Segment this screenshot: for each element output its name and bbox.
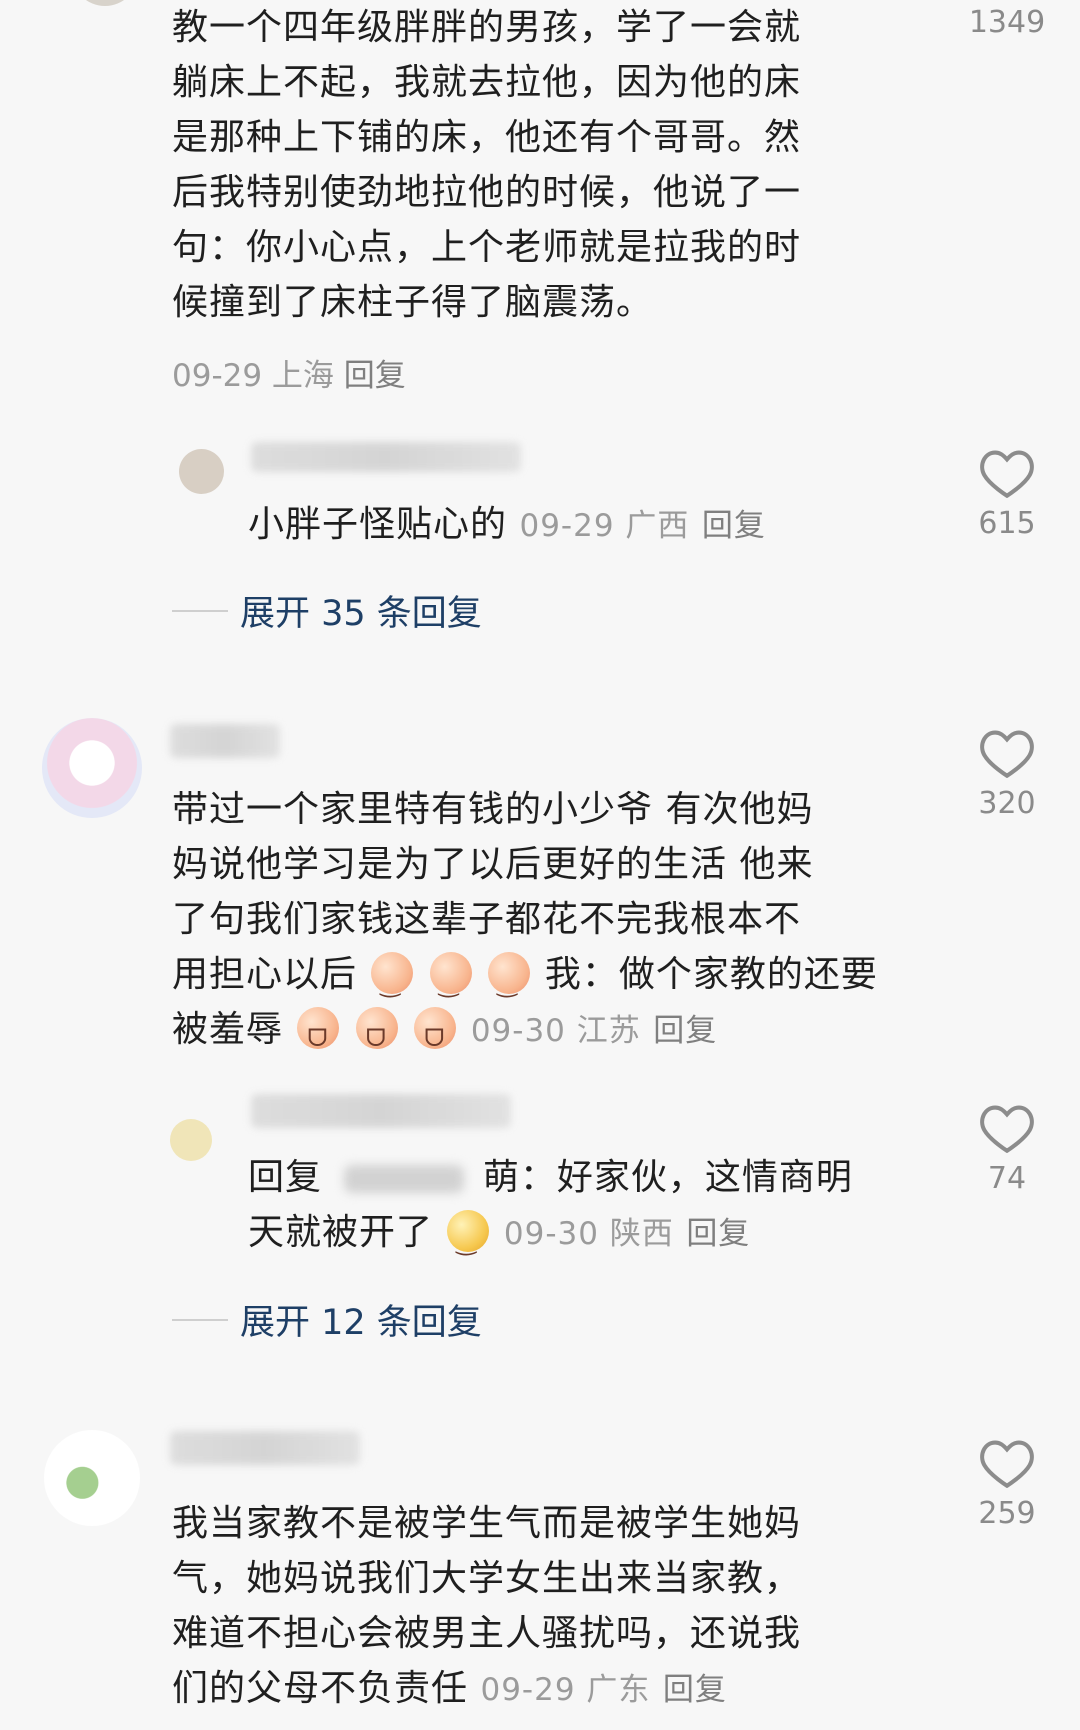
- reply-content: 萌：好家伙，这情商明: [482, 1157, 853, 1198]
- reply-content: 天就被开了: [248, 1212, 434, 1253]
- comment-line-text: 被羞辱: [172, 1009, 284, 1050]
- like-count: 74: [987, 1161, 1027, 1196]
- comment-line-text: 们的父母不负责任: [172, 1668, 469, 1709]
- expand-replies-label: 展开 12 条回复: [240, 1303, 482, 1343]
- comment-text: 教一个四年级胖胖的男孩，学了一会就 躺床上不起，我就去拉他，因为他的床 是那种上…: [172, 0, 902, 330]
- like-count: 259: [978, 1496, 1036, 1531]
- avatar[interactable]: [44, 1430, 140, 1526]
- comment-date-location: 09-29 广东: [480, 1672, 651, 1708]
- avatar[interactable]: [170, 1119, 212, 1161]
- reply-button[interactable]: 回复: [663, 1672, 727, 1708]
- comment-line: 是那种上下铺的床，他还有个哥哥。然: [172, 117, 802, 158]
- comment-line: 躺床上不起，我就去拉他，因为他的床: [172, 62, 802, 103]
- avatar[interactable]: [72, 0, 138, 6]
- laugh-emoji-icon: [414, 1007, 457, 1066]
- reply-button[interactable]: 回复: [686, 1216, 750, 1252]
- blurred-username: [170, 1431, 360, 1465]
- expand-replies-button[interactable]: 展开 35 条回复: [172, 585, 482, 636]
- comment-text: 带过一个家里特有钱的小少爷 有次他妈 妈说他学习是为了以后更好的生活 他来 了句…: [172, 782, 902, 1066]
- comment-line: 我当家教不是被学生气而是被学生她妈: [172, 1503, 802, 1544]
- like-button[interactable]: 74: [962, 1103, 1052, 1196]
- like-count: 1349: [968, 5, 1046, 40]
- smile-emoji-icon: [429, 952, 472, 1012]
- reply-text: 回复 萌：好家伙，这情商明 天就被开了 09-30 陕西 回复: [248, 1150, 898, 1270]
- comment-line: 了句我们家钱这辈子都花不完我根本不: [172, 899, 802, 940]
- heart-outline-icon: [980, 730, 1034, 778]
- divider-line: [172, 1318, 228, 1321]
- laugh-emoji-icon: [297, 1007, 340, 1066]
- reply-line: 天就被开了 09-30 陕西 回复: [248, 1205, 898, 1270]
- reply-content: 小胖子怪贴心的: [248, 504, 508, 545]
- comment-line: 句：你小心点，上个老师就是拉我的时: [172, 227, 802, 268]
- divider-line: [172, 609, 228, 612]
- comment-line: 们的父母不负责任 09-29 广东 回复: [172, 1661, 902, 1718]
- comment-line: 被羞辱 09-30 江苏 回复: [172, 1002, 902, 1066]
- heart-outline-icon: [980, 1105, 1034, 1153]
- avatar[interactable]: [42, 718, 142, 818]
- comment-meta: 09-29 上海 回复: [172, 350, 406, 395]
- comment-line: 后我特别使劲地拉他的时候，他说了一: [172, 172, 802, 213]
- comment-line: 带过一个家里特有钱的小少爷 有次他妈: [172, 789, 814, 830]
- reply-prefix: 回复: [248, 1157, 323, 1198]
- expand-replies-label: 展开 35 条回复: [240, 594, 482, 634]
- comment-line: 候撞到了床柱子得了脑震荡。: [172, 282, 654, 323]
- comment-text: 我当家教不是被学生气而是被学生她妈 气，她妈说我们大学女生出来当家教， 难道不担…: [172, 1496, 902, 1718]
- reply-date-location: 09-29 广西: [519, 508, 690, 544]
- blurred-username: [251, 442, 521, 472]
- comment-line: 难道不担心会被男主人骚扰吗，还说我: [172, 1613, 802, 1654]
- reply-button[interactable]: 回复: [344, 358, 406, 394]
- blurred-username: [170, 724, 280, 758]
- comment-line: 气，她妈说我们大学女生出来当家教，: [172, 1558, 802, 1599]
- comment-line-text: 我：做个家教的还要: [544, 954, 878, 995]
- like-button[interactable]: 259: [962, 1438, 1052, 1531]
- heart-outline-icon: [980, 450, 1034, 498]
- like-button[interactable]: 615: [962, 448, 1052, 541]
- expand-replies-button[interactable]: 展开 12 条回复: [172, 1294, 482, 1345]
- comment-line: 用担心以后 我：做个家教的还要: [172, 947, 902, 1012]
- avatar[interactable]: [179, 449, 224, 494]
- like-count: 320: [978, 786, 1036, 821]
- blurred-mention: [344, 1165, 465, 1193]
- reply-text: 小胖子怪贴心的 09-29 广西 回复: [248, 497, 868, 554]
- like-button[interactable]: 1349: [962, 5, 1052, 40]
- reply-button[interactable]: 回复: [653, 1013, 717, 1049]
- smile-emoji-icon: [371, 952, 414, 1012]
- comment-date-location: 09-29 上海: [172, 358, 334, 394]
- blurred-username: [251, 1094, 511, 1128]
- laugh-emoji-icon: [355, 1007, 398, 1066]
- reply-line: 回复 萌：好家伙，这情商明: [248, 1150, 898, 1205]
- comment-line-text: 用担心以后: [172, 954, 358, 995]
- reply-button[interactable]: 回复: [702, 508, 766, 544]
- reply-date-location: 09-30 陕西: [503, 1216, 674, 1252]
- like-button[interactable]: 320: [962, 728, 1052, 821]
- comment-line: 教一个四年级胖胖的男孩，学了一会就: [172, 7, 802, 48]
- like-count: 615: [978, 506, 1036, 541]
- comment-date-location: 09-30 江苏: [470, 1013, 641, 1049]
- face-emoji-icon: [447, 1210, 490, 1270]
- comment-line: 妈说他学习是为了以后更好的生活 他来: [172, 844, 814, 885]
- smile-emoji-icon: [488, 952, 531, 1012]
- heart-outline-icon: [980, 1440, 1034, 1488]
